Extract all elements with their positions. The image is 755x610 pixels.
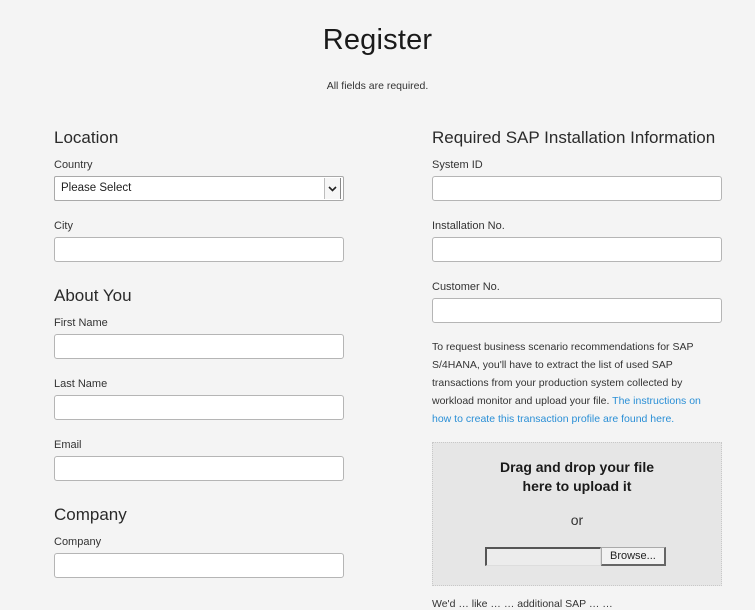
city-label: City xyxy=(54,220,73,232)
email-label: Email xyxy=(54,439,82,451)
system-id-input[interactable] xyxy=(432,176,722,201)
country-label: Country xyxy=(54,159,93,171)
chevron-down-icon[interactable] xyxy=(324,178,341,199)
section-title-sap-installation: Required SAP Installation Information xyxy=(432,128,716,147)
company-input[interactable] xyxy=(54,553,344,578)
customer-no-label: Customer No. xyxy=(432,281,500,293)
first-name-label: First Name xyxy=(54,317,108,329)
left-column: Location Country Please Select City Abou… xyxy=(54,126,344,578)
file-path-input[interactable] xyxy=(485,547,601,566)
installation-no-label: Installation No. xyxy=(432,220,505,232)
footer-cutoff-text: We'd … like … … additional SAP … … xyxy=(432,598,613,610)
company-label: Company xyxy=(54,536,102,548)
right-column: Required SAP Installation Information Sy… xyxy=(432,126,722,586)
file-picker: Browse... xyxy=(485,547,666,566)
country-select-value: Please Select xyxy=(61,182,132,194)
country-select[interactable]: Please Select xyxy=(54,176,344,201)
dropzone-title-line2: here to upload it xyxy=(522,478,632,494)
first-name-input[interactable] xyxy=(54,334,344,359)
customer-no-input[interactable] xyxy=(432,298,722,323)
page-title: Register xyxy=(322,24,433,56)
transaction-profile-description: To request business scenario recommendat… xyxy=(432,338,722,428)
email-input[interactable] xyxy=(54,456,344,481)
system-id-label: System ID xyxy=(432,159,483,171)
dropzone-title-line1: Drag and drop your file xyxy=(499,459,654,475)
city-input[interactable] xyxy=(54,237,344,262)
dropzone-title: Drag and drop your file here to upload i… xyxy=(433,443,721,496)
section-title-location: Location xyxy=(54,128,119,147)
last-name-label: Last Name xyxy=(54,378,108,390)
section-title-about-you: About You xyxy=(54,286,132,305)
browse-button[interactable]: Browse... xyxy=(601,547,666,566)
required-note: All fields are required. xyxy=(326,80,429,92)
file-dropzone[interactable]: Drag and drop your file here to upload i… xyxy=(432,442,722,586)
installation-no-input[interactable] xyxy=(432,237,722,262)
or-text: or xyxy=(570,512,584,528)
last-name-input[interactable] xyxy=(54,395,344,420)
section-title-company: Company xyxy=(54,505,127,524)
